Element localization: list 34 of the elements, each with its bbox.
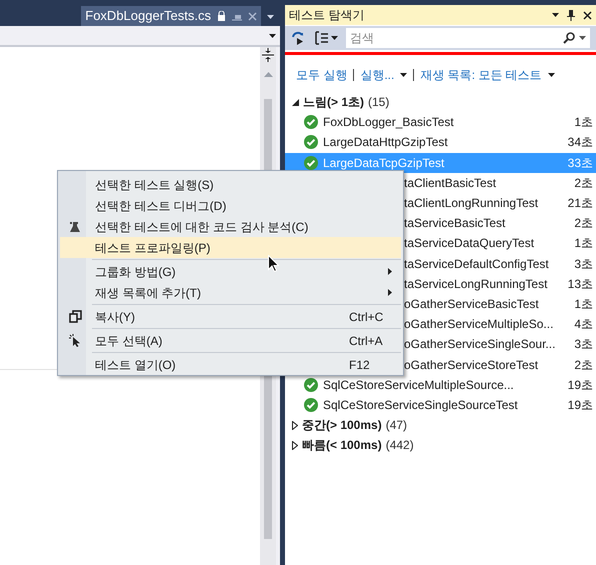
test-name: oGatherServiceStoreTest	[404, 356, 540, 374]
test-name: taServiceDataQueryTest	[404, 235, 536, 252]
test-name: taServiceLongRunningTest	[404, 276, 548, 293]
test-duration: 13초	[568, 276, 593, 293]
test-duration: 19초	[568, 376, 593, 394]
test-name: oGatherServiceMultipleSo...	[404, 316, 554, 334]
test-duration: 1초	[574, 296, 593, 313]
test-name: taClientBasicTest	[404, 174, 498, 192]
test-name: LargeDataHttpGzipTest	[323, 134, 449, 152]
test-duration: 21초	[568, 195, 593, 212]
test-duration: 2초	[574, 215, 593, 232]
test-name: SqlCeStoreServiceSingleSourceTest	[323, 396, 519, 414]
shortcut-label: Ctrl+A	[349, 332, 384, 350]
test-duration: 4초	[574, 316, 593, 334]
test-duration: 3초	[574, 256, 593, 273]
test-duration: 1초	[574, 114, 593, 132]
test-duration: 33초	[568, 154, 593, 172]
test-duration: 3초	[574, 336, 593, 354]
test-name: oGatherServiceSingleSour...	[404, 336, 556, 354]
test-name: taClientLongRunningTest	[404, 195, 540, 212]
test-name: LargeDataTcpGzipTest	[323, 154, 446, 172]
panel-title: 테스트 탐색기	[289, 7, 366, 24]
test-duration: 34초	[568, 134, 593, 152]
test-duration: 19초	[568, 396, 593, 414]
test-name: taServiceBasicTest	[404, 215, 506, 232]
test-duration: 1초	[574, 235, 593, 252]
shortcut-label: Ctrl+C	[349, 308, 384, 326]
test-name: FoxDbLogger_BasicTest	[323, 114, 455, 132]
test-name: oGatherServiceBasicTest	[404, 296, 540, 313]
test-name: taServiceDefaultConfigTest	[404, 256, 550, 273]
test-duration: 2초	[574, 174, 593, 192]
shortcut-label: F12	[349, 356, 371, 374]
test-duration: 2초	[574, 356, 593, 374]
test-name: SqlCeStoreServiceMultipleSource...	[323, 376, 515, 394]
